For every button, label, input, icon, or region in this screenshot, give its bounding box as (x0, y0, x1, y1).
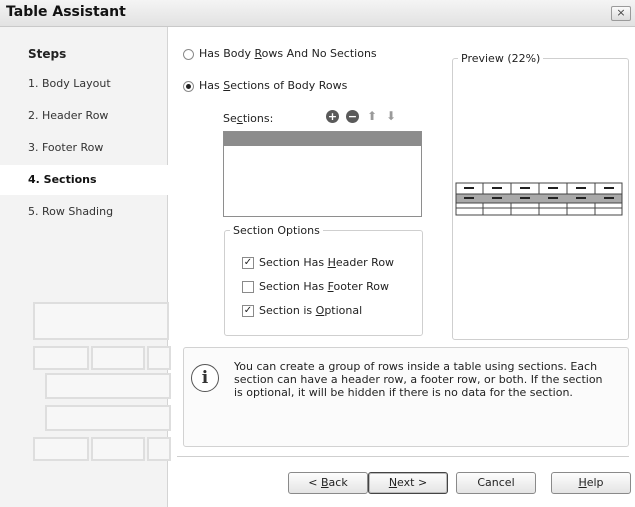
back-button[interactable]: < Back (288, 472, 368, 494)
sections-label[interactable]: Has Sections of Body Rows (199, 79, 347, 92)
title-bar: Table Assistant × (0, 0, 635, 27)
steps-sidebar (0, 27, 168, 507)
close-button[interactable]: × (611, 6, 631, 21)
move-down-icon[interactable]: ⬇ (386, 109, 396, 123)
footer-row-checkbox[interactable] (242, 281, 254, 293)
selected-section-row[interactable] (224, 132, 421, 146)
add-section-icon[interactable]: + (326, 110, 339, 123)
remove-section-icon[interactable]: − (346, 110, 359, 123)
sections-list-label: Sections: (223, 112, 274, 125)
help-button[interactable]: Help (551, 472, 631, 494)
header-row-label[interactable]: Section Has Header Row (259, 256, 394, 269)
info-text: You can create a group of rows inside a … (234, 360, 603, 399)
next-button[interactable]: Next > (368, 472, 448, 494)
section-options-title: Section Options (230, 224, 323, 237)
header-row-checkbox[interactable]: ✓ (242, 257, 254, 269)
preview-title: Preview (22%) (458, 52, 544, 65)
window-title: Table Assistant (6, 4, 126, 20)
footer-row-label[interactable]: Section Has Footer Row (259, 280, 389, 293)
step-row-shading[interactable]: 5. Row Shading (28, 205, 113, 218)
info-icon: i (191, 364, 219, 392)
table-preview-thumbnail (455, 182, 623, 216)
optional-label[interactable]: Section is Optional (259, 304, 362, 317)
steps-heading: Steps (28, 47, 67, 61)
step-sections[interactable]: 4. Sections (28, 173, 97, 186)
no-sections-label[interactable]: Has Body Rows And No Sections (199, 47, 377, 60)
move-up-icon[interactable]: ⬆ (367, 109, 377, 123)
step-header-row[interactable]: 2. Header Row (28, 109, 108, 122)
step-body-layout[interactable]: 1. Body Layout (28, 77, 111, 90)
cancel-button[interactable]: Cancel (456, 472, 536, 494)
optional-checkbox[interactable]: ✓ (242, 305, 254, 317)
footer-separator (177, 456, 629, 457)
sections-radio[interactable] (183, 81, 194, 92)
no-sections-radio[interactable] (183, 49, 194, 60)
step-footer-row[interactable]: 3. Footer Row (28, 141, 103, 154)
